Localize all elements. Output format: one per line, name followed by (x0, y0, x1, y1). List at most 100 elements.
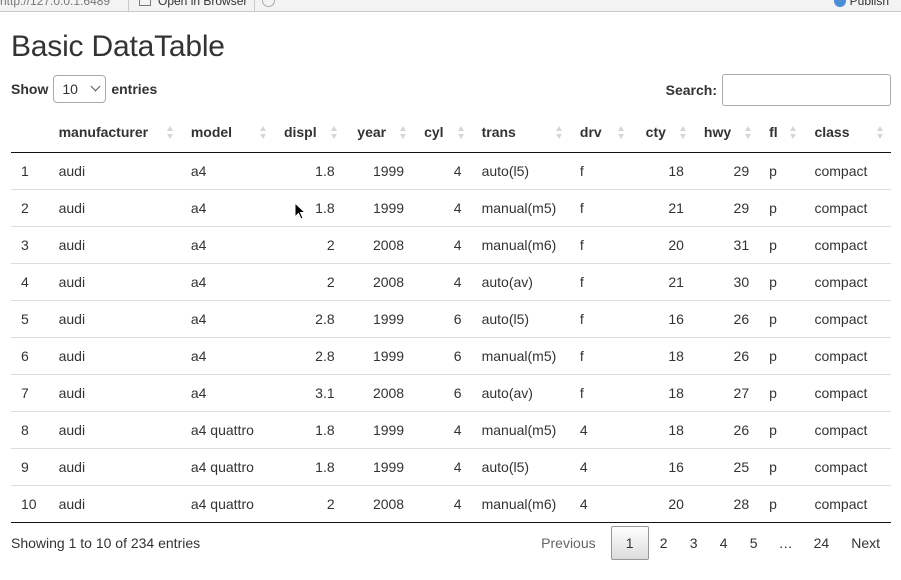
cell-class: compact (804, 299, 891, 337)
cell-model: a4 (180, 188, 274, 226)
cell-drv: f (569, 299, 633, 337)
table-row: 2 audi a4 1.8 1999 4 manual(m5) f 21 29 p compact (11, 188, 891, 226)
cell-displ: 2 (273, 262, 345, 300)
next-button[interactable]: Next (840, 526, 891, 560)
cell-hwy: 31 (693, 225, 760, 263)
cell-drv: 4 (569, 447, 633, 485)
browser-toolbar: http://127.0.0.1:6489 Open in Browser Pu… (0, 0, 901, 12)
cell-year: 1999 (344, 336, 415, 374)
cell-class: compact (804, 262, 891, 300)
previous-button[interactable]: Previous (526, 526, 610, 560)
search-label: Search: (665, 82, 717, 98)
cell-fl: p (759, 484, 805, 523)
sort-icon (790, 126, 797, 140)
refresh-icon[interactable] (262, 0, 275, 7)
cell-model: a4 (180, 336, 274, 374)
page-button-1[interactable]: 1 (610, 526, 649, 560)
page-button-4[interactable]: 4 (709, 526, 739, 560)
cell-year: 1999 (344, 410, 415, 448)
open-in-browser-button[interactable]: Open in Browser (158, 0, 247, 8)
page-button-3[interactable]: 3 (679, 526, 709, 560)
table-row: 8 audi a4 quattro 1.8 1999 4 manual(m5) 4 18 26 p c… (11, 410, 891, 448)
cell-trans: auto(av) (471, 262, 570, 300)
cell-model: a4 quattro (180, 410, 274, 448)
cell-displ: 2.8 (273, 336, 345, 374)
cell-class: compact (804, 336, 891, 374)
page-title: Basic DataTable (11, 30, 225, 63)
cell-cyl: 4 (414, 447, 472, 485)
cell-displ: 1.8 (315, 162, 335, 179)
cell-manufacturer: audi (58, 162, 86, 179)
cell-fl: p (759, 262, 805, 300)
cell-class: compact (804, 484, 891, 523)
cell-index: 7 (11, 373, 49, 411)
cell-year: 2008 (344, 262, 415, 300)
pagination: Previous 1 2 3 4 5 … 24 Next (526, 526, 891, 560)
cell-cty: 16 (632, 299, 694, 337)
cell-index: 5 (11, 299, 49, 337)
cell-cty: 20 (632, 225, 694, 263)
column-header-model[interactable]: model (180, 113, 274, 153)
sort-icon (400, 126, 407, 140)
cell-model: a4 quattro (180, 447, 274, 485)
window-icon (139, 0, 151, 6)
column-header-manufacturer[interactable]: manufacturer (48, 113, 181, 153)
column-header-displ[interactable]: displ (273, 113, 345, 153)
cell-manufacturer: audi (48, 484, 181, 523)
cell-trans: manual(m6) (471, 225, 570, 263)
column-header-drv[interactable]: drv (569, 113, 633, 153)
page-button-last[interactable]: 24 (803, 526, 841, 560)
cell-model: a4 (190, 162, 207, 179)
cell-trans: manual(m6) (471, 484, 570, 523)
cell-year: 2008 (344, 225, 415, 263)
page-button-2[interactable]: 2 (649, 526, 679, 560)
cell-index: 9 (11, 447, 49, 485)
column-header-hwy[interactable]: hwy (693, 113, 760, 153)
cell-hwy: 30 (693, 262, 760, 300)
column-header-index[interactable] (11, 113, 49, 153)
cell-hwy: 26 (693, 336, 760, 374)
cell-hwy: 26 (693, 410, 760, 448)
cell-fl: p (759, 299, 805, 337)
column-header-cty[interactable]: cty (632, 113, 694, 153)
cell-drv: 4 (569, 410, 633, 448)
cell-class: compact (804, 188, 891, 226)
url-text: http://127.0.0.1:6489 (0, 0, 111, 8)
cell-index: 4 (11, 262, 49, 300)
search-input[interactable] (722, 74, 891, 106)
cell-cty: 18 (632, 336, 694, 374)
column-header-class[interactable]: class (804, 113, 891, 153)
cell-cyl: 4 (453, 162, 462, 179)
cell-hwy: 26 (693, 299, 760, 337)
cell-model: a4 quattro (180, 484, 274, 523)
cell-manufacturer: audi (48, 373, 181, 411)
table-row: 5 audi a4 2.8 1999 6 auto(l5) f 16 26 p compact (11, 299, 891, 337)
table-row: 3 audi a4 2 2008 4 manual(m6) f 20 31 p compact (11, 225, 891, 263)
pagination-ellipsis: … (778, 535, 793, 551)
column-header-cyl[interactable]: cyl (414, 113, 472, 153)
page-button-5[interactable]: 5 (739, 526, 769, 560)
chevron-down-icon (90, 81, 101, 92)
cell-class: compact (804, 447, 891, 485)
sort-icon (330, 126, 337, 140)
cell-cty: 21 (632, 188, 694, 226)
cell-trans: auto(av) (471, 373, 570, 411)
table-row: 1 audi a4 1.8 1999 4 auto(l5) f 18 29 p compact (11, 152, 891, 189)
cell-model: a4 (180, 225, 274, 263)
cell-cyl: 4 (414, 410, 472, 448)
cell-trans: auto(l5) (481, 162, 530, 179)
column-header-fl[interactable]: fl (759, 113, 805, 153)
cell-year: 2008 (344, 373, 415, 411)
entries-select-value: 10 (62, 81, 78, 97)
cell-cyl: 6 (414, 373, 472, 411)
cell-fl: p (759, 410, 805, 448)
entries-select[interactable]: 10 (53, 75, 107, 103)
cell-class: compact (804, 225, 891, 263)
cell-cty: 20 (632, 484, 694, 523)
column-header-year[interactable]: year (344, 113, 415, 153)
cell-drv: f (579, 162, 584, 179)
cell-displ: 2 (273, 484, 345, 523)
cell-displ: 1.8 (273, 410, 345, 448)
publish-button[interactable]: Publish (833, 0, 889, 8)
column-header-trans[interactable]: trans (471, 113, 570, 153)
